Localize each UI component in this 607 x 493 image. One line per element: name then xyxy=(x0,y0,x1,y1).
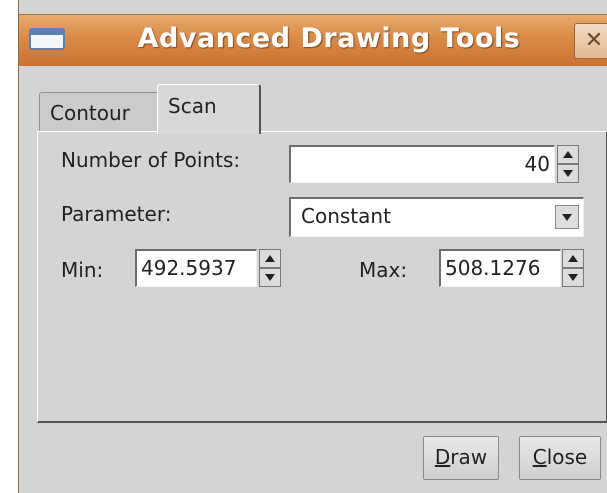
spin-down-button[interactable] xyxy=(557,164,579,183)
close-mnemonic: C xyxy=(532,445,547,469)
number-of-points-label: Number of Points: xyxy=(61,148,241,172)
spin-up-button[interactable] xyxy=(557,145,579,164)
parameter-label: Parameter: xyxy=(61,202,172,226)
title-bar[interactable]: Advanced Drawing Tools ✕ xyxy=(19,14,607,66)
arrow-up-icon xyxy=(265,255,275,262)
parameter-value: Constant xyxy=(301,204,391,228)
chevron-down-icon xyxy=(562,213,572,221)
draw-label-rest: raw xyxy=(450,445,488,469)
arrow-up-icon xyxy=(568,255,578,262)
arrow-down-icon xyxy=(563,170,573,177)
spin-up-button[interactable] xyxy=(259,249,281,268)
parameter-combo[interactable]: Constant xyxy=(289,197,584,237)
tab-scan[interactable]: Scan xyxy=(157,84,261,134)
tab-contour[interactable]: Contour xyxy=(39,92,159,132)
window-menu-icon[interactable] xyxy=(29,28,65,50)
min-spinner[interactable] xyxy=(259,249,281,287)
spin-down-button[interactable] xyxy=(562,268,584,287)
dialog-window: Advanced Drawing Tools ✕ Contour Scan Nu… xyxy=(18,0,607,493)
arrow-down-icon xyxy=(568,274,578,281)
draw-mnemonic: D xyxy=(434,445,451,469)
max-field[interactable]: 508.1276 xyxy=(439,249,561,287)
draw-button[interactable]: Draw xyxy=(423,436,499,480)
max-spinner[interactable] xyxy=(562,249,584,287)
max-label: Max: xyxy=(359,258,408,282)
number-of-points-spinner[interactable] xyxy=(557,145,579,183)
min-label: Min: xyxy=(61,258,104,282)
arrow-up-icon xyxy=(563,151,573,158)
min-field[interactable]: 492.5937 xyxy=(135,249,257,287)
close-button[interactable]: Close xyxy=(519,436,601,480)
spin-up-button[interactable] xyxy=(562,249,584,268)
close-window-button[interactable]: ✕ xyxy=(574,23,607,59)
window-title: Advanced Drawing Tools xyxy=(137,23,521,54)
number-of-points-field[interactable]: 40 xyxy=(289,145,555,183)
arrow-down-icon xyxy=(265,274,275,281)
spin-down-button[interactable] xyxy=(259,268,281,287)
close-label-rest: lose xyxy=(546,445,588,469)
dropdown-arrow-button[interactable] xyxy=(555,205,579,229)
